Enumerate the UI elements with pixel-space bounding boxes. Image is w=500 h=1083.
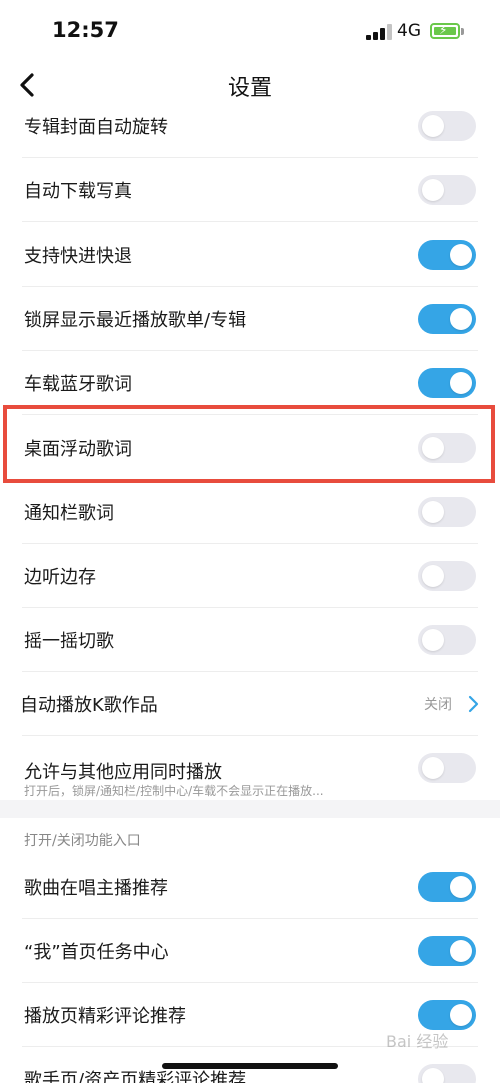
setting-row-album-rotate[interactable]: 专辑封面自动旋转 — [0, 94, 500, 158]
toggle-switch[interactable] — [418, 872, 476, 902]
toggle-switch[interactable] — [418, 753, 476, 783]
setting-label: 自动下载写真 — [24, 181, 132, 202]
status-bar: 12:57 4G ⚡ — [0, 0, 500, 62]
setting-label: 播放页精彩评论推荐 — [24, 1006, 186, 1027]
status-time: 12:57 — [52, 18, 119, 42]
highlight-box — [3, 405, 495, 483]
setting-label: 支持快进快退 — [24, 246, 132, 267]
watermark: Bai 经验 — [386, 1032, 449, 1051]
feature-row-singing-anchor[interactable]: 歌曲在唱主播推荐 — [0, 855, 500, 919]
section-separator — [0, 800, 500, 818]
setting-label: 专辑封面自动旋转 — [24, 117, 168, 138]
toggle-switch[interactable] — [418, 368, 476, 398]
setting-row-auto-download-photo[interactable]: 自动下载写真 — [0, 158, 500, 222]
battery-tip — [461, 28, 464, 35]
setting-row-seek[interactable]: 支持快进快退 — [0, 223, 500, 287]
toggle-switch[interactable] — [418, 625, 476, 655]
setting-row-lockscreen-recent[interactable]: 锁屏显示最近播放歌单/专辑 — [0, 287, 500, 351]
section-header: 打开/关闭功能入口 — [24, 833, 141, 849]
chevron-right-icon — [468, 695, 479, 713]
toggle-switch[interactable] — [418, 1000, 476, 1030]
feature-row-task-center[interactable]: “我”首页任务中心 — [0, 919, 500, 983]
toggle-switch[interactable] — [418, 936, 476, 966]
toggle-switch[interactable] — [418, 240, 476, 270]
toggle-switch[interactable] — [418, 111, 476, 141]
setting-label: 锁屏显示最近播放歌单/专辑 — [24, 310, 247, 331]
setting-row-shake-to-skip[interactable]: 摇一摇切歌 — [0, 608, 500, 672]
network-label: 4G — [397, 21, 421, 41]
setting-row-notification-lyrics[interactable]: 通知栏歌词 — [0, 480, 500, 544]
toggle-switch[interactable] — [418, 561, 476, 591]
setting-label: 摇一摇切歌 — [24, 631, 114, 652]
divider — [22, 221, 478, 222]
setting-label: 自动播放K歌作品 — [20, 695, 158, 716]
setting-label: “我”首页任务中心 — [24, 942, 169, 963]
setting-label: 歌曲在唱主播推荐 — [24, 878, 168, 899]
setting-row-auto-play-k[interactable]: 自动播放K歌作品 关闭 — [0, 672, 500, 736]
toggle-switch[interactable] — [418, 497, 476, 527]
setting-label: 车载蓝牙歌词 — [24, 374, 132, 395]
setting-sublabel: 打开后，锁屏/通知栏/控制中心/车载不会显示正在播放... — [24, 784, 324, 798]
setting-label: 边听边存 — [24, 567, 96, 588]
toggle-switch[interactable] — [418, 304, 476, 334]
toggle-switch[interactable] — [418, 1064, 476, 1083]
setting-value: 关闭 — [424, 697, 452, 713]
setting-row-simultaneous-playback[interactable]: 允许与其他应用同时播放 打开后，锁屏/通知栏/控制中心/车载不会显示正在播放..… — [0, 736, 500, 800]
toggle-switch[interactable] — [418, 175, 476, 205]
setting-row-listen-and-save[interactable]: 边听边存 — [0, 544, 500, 608]
settings-screen: 12:57 4G ⚡ 设置 专辑封面自动旋转 自动下载写真 支持快进快退 锁屏显… — [0, 0, 500, 1083]
signal-icon — [366, 24, 392, 40]
battery-icon: ⚡ — [430, 23, 460, 39]
home-indicator[interactable] — [162, 1063, 338, 1069]
setting-label: 允许与其他应用同时播放 — [24, 762, 222, 783]
setting-label: 通知栏歌词 — [24, 503, 114, 524]
